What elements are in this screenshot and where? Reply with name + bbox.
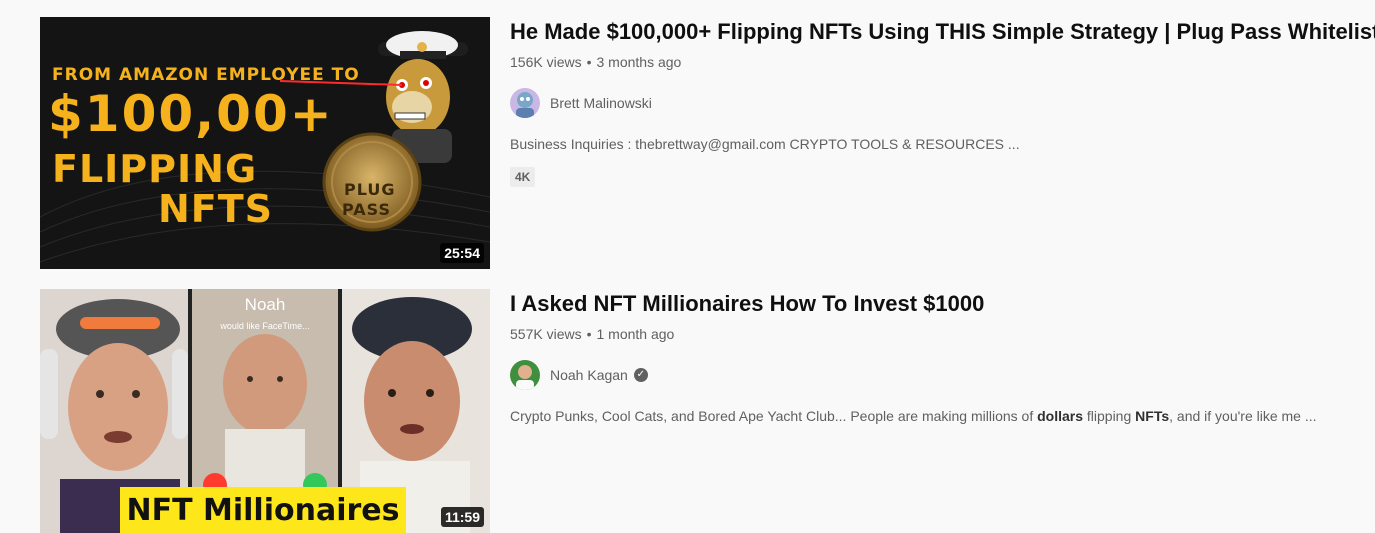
desc-highlight: NFTs: [1135, 408, 1170, 424]
video-info: He Made $100,000+ Flipping NFTs Using TH…: [510, 17, 1375, 187]
desc-highlight: dollars: [1037, 408, 1083, 424]
channel-name[interactable]: Noah Kagan: [550, 367, 628, 383]
desc-part: Crypto Punks, Cool Cats, and Bored Ape Y…: [510, 408, 1038, 424]
upload-age: 3 months ago: [596, 54, 682, 70]
caller-subtitle: would like FaceTime...: [220, 321, 310, 331]
thumb-line2: $100,00+: [48, 85, 334, 143]
coin-text-plug: PLUG: [344, 180, 396, 199]
channel-row[interactable]: Brett Malinowski: [510, 88, 1375, 118]
duration-badge: 11:59: [440, 507, 484, 527]
video-meta: 557K views • 1 month ago: [510, 325, 1375, 343]
banner-text: NFT Millionaires: [126, 493, 400, 528]
view-count: 557K views: [510, 326, 582, 342]
thumb-line1: FROM AMAZON EMPLOYEE TO: [52, 65, 360, 85]
video-meta: 156K views • 3 months ago: [510, 53, 1375, 71]
channel-name[interactable]: Brett Malinowski: [550, 95, 652, 111]
meta-separator: •: [586, 54, 592, 70]
coin-text-pass: PASS: [342, 200, 391, 219]
channel-row[interactable]: Noah Kagan ✓: [510, 360, 1375, 390]
video-thumbnail[interactable]: FROM AMAZON EMPLOYEE TO $100,00+ FLIPPIN…: [40, 17, 490, 269]
meta-separator: •: [586, 326, 592, 342]
upload-age: 1 month ago: [596, 326, 675, 342]
video-title[interactable]: He Made $100,000+ Flipping NFTs Using TH…: [510, 17, 1375, 47]
video-result[interactable]: Noah would like FaceTime... NFT Milliona…: [40, 289, 1375, 533]
video-description: Crypto Punks, Cool Cats, and Bored Ape Y…: [510, 407, 1375, 425]
video-info: I Asked NFT Millionaires How To Invest $…: [510, 289, 1375, 425]
channel-avatar[interactable]: [510, 88, 540, 118]
thumb-line3: FLIPPING: [52, 147, 258, 191]
desc-part: , and if you're like me ...: [1169, 408, 1317, 424]
channel-avatar[interactable]: [510, 360, 540, 390]
quality-badge: 4K: [510, 167, 536, 187]
thumbnail-art: [40, 17, 490, 269]
video-description: Business Inquiries : thebrettway@gmail.c…: [510, 136, 1020, 152]
video-thumbnail[interactable]: Noah would like FaceTime... NFT Milliona…: [40, 289, 490, 533]
desc-part: flipping: [1083, 408, 1136, 424]
thumb-line4: NFTS: [158, 187, 274, 231]
duration-badge: 25:54: [440, 243, 484, 263]
video-title[interactable]: I Asked NFT Millionaires How To Invest $…: [510, 289, 1375, 319]
caller-name: Noah: [244, 295, 286, 314]
video-result[interactable]: FROM AMAZON EMPLOYEE TO $100,00+ FLIPPIN…: [40, 17, 1375, 269]
verified-check-icon: ✓: [633, 368, 648, 382]
view-count: 156K views: [510, 54, 582, 70]
